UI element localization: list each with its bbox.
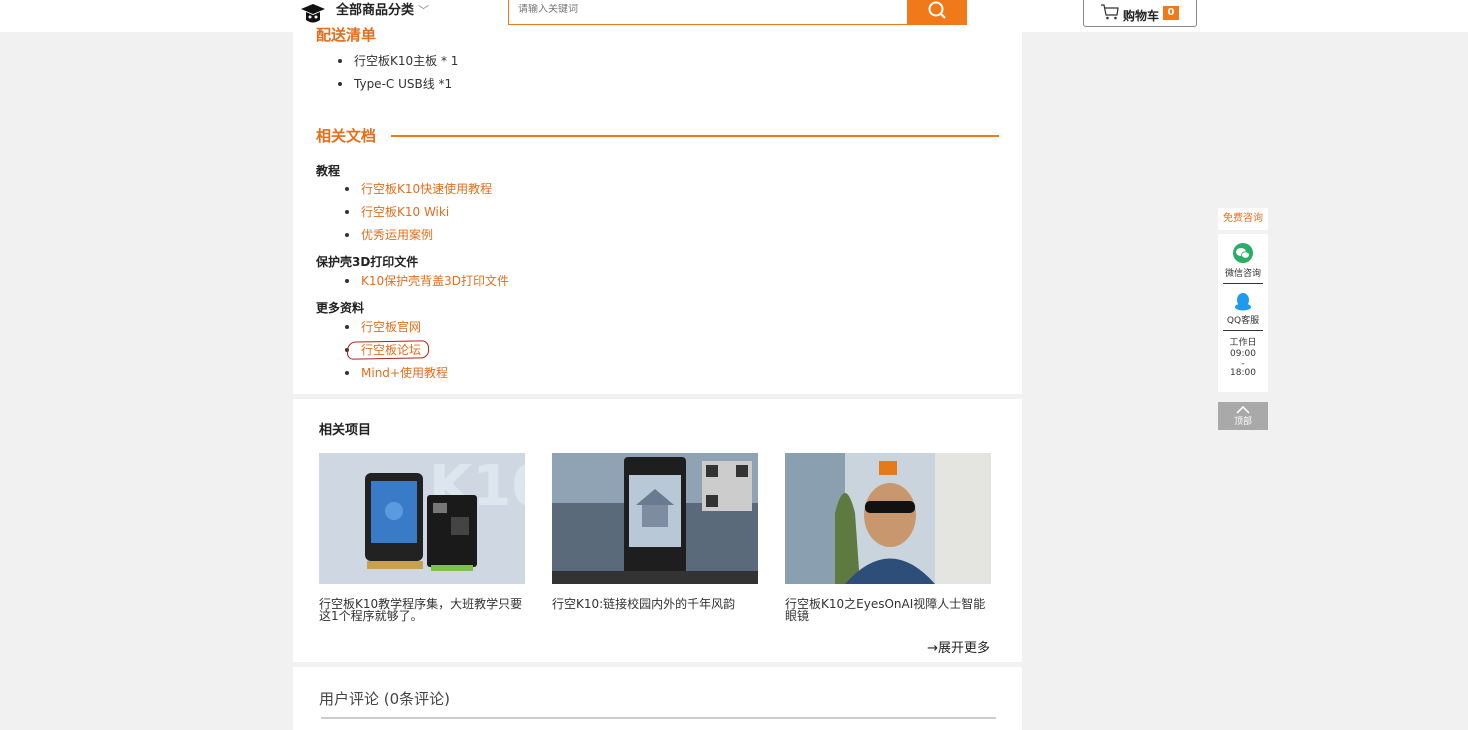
chevron-down-icon: ﹀ — [418, 4, 430, 17]
doc-link[interactable]: 优秀运用案例 — [345, 227, 492, 250]
work-hours-end: 18:00 — [1230, 368, 1256, 378]
more-subheading: 更多资料 — [316, 301, 365, 315]
search-input[interactable] — [518, 4, 898, 15]
doc-link[interactable]: Mind+使用教程 — [345, 365, 448, 388]
cart-icon — [1101, 4, 1119, 20]
packing-list: 行空板K10主板 * 1 Type-C USB线 *1 — [338, 53, 458, 99]
tutorial-links: 行空板K10快速使用教程 行空板K10 Wiki 优秀运用案例 — [345, 181, 492, 250]
show-more-link[interactable]: →展开更多 — [927, 637, 990, 656]
annotation-circle — [346, 340, 430, 360]
caption-line: 行空板K10之EyesOnAI视障人士智能 — [785, 597, 986, 611]
top-header: 全部商品分类﹀ 购物车 0 — [0, 0, 1468, 32]
chevron-up-icon — [1236, 406, 1250, 414]
related-projects-panel: 相关项目 K10 行空板K10教学程序集，大班教学只要 这1个程序就够了。 — [293, 399, 1022, 662]
tutorial-subheading: 教程 — [316, 164, 341, 178]
qq-icon — [1235, 293, 1251, 311]
project-card[interactable]: 行空板K10之EyesOnAI视障人士智能 眼镜 — [785, 453, 991, 622]
contact-float-bar: 微信咨询 QQ客服 工作日 09:00 - 18:00 — [1218, 234, 1268, 392]
cart-button[interactable]: 购物车 0 — [1083, 0, 1197, 27]
wechat-icon — [1233, 243, 1253, 263]
wechat-label: 微信咨询 — [1224, 269, 1261, 279]
search-box — [508, 0, 967, 25]
doc-link[interactable]: 行空板K10快速使用教程 — [345, 181, 492, 204]
divider — [1223, 283, 1263, 284]
category-menu[interactable]: 全部商品分类 ﹀ — [336, 3, 429, 19]
shell-subheading: 保护壳3D打印文件 — [316, 255, 419, 269]
caption-line: 眼镜 — [785, 609, 810, 623]
product-detail-panel: 配送清单 行空板K10主板 * 1 Type-C USB线 *1 相关文档 教程… — [293, 26, 1022, 394]
docs-heading: 相关文档 — [316, 127, 377, 145]
project-card[interactable]: K10 行空板K10教学程序集，大班教学只要 这1个程序就够了。 — [319, 453, 525, 622]
search-icon — [928, 1, 946, 19]
project-thumbnail[interactable] — [552, 453, 758, 584]
project-caption[interactable]: 行空板K10之EyesOnAI视障人士智能 眼镜 — [785, 598, 991, 622]
list-item: Type-C USB线 *1 — [338, 76, 458, 99]
shell-links: K10保护壳背盖3D打印文件 — [345, 273, 509, 296]
search-button[interactable] — [907, 0, 967, 25]
divider — [1223, 330, 1263, 331]
cart-count-badge: 0 — [1163, 6, 1179, 20]
doc-link[interactable]: 行空板官网 — [345, 319, 448, 342]
caption-line: 行空K10:链接校园内外的千年风韵 — [552, 597, 736, 611]
free-consult-button[interactable]: 免费咨询 — [1218, 208, 1268, 230]
project-caption[interactable]: 行空板K10教学程序集，大班教学只要 这1个程序就够了。 — [319, 598, 525, 622]
project-thumbnail[interactable] — [785, 453, 991, 584]
qq-service-button[interactable]: QQ客服 — [1223, 292, 1263, 326]
back-to-top-label: 顶部 — [1233, 417, 1252, 427]
project-thumbnail[interactable]: K10 — [319, 453, 525, 584]
cart-label: 购物车 — [1123, 9, 1160, 23]
comments-heading: 用户评论 (0条评论) — [319, 690, 451, 708]
comments-panel: 用户评论 (0条评论) — [293, 667, 1022, 730]
project-card[interactable]: 行空K10:链接校园内外的千年风韵 — [552, 453, 758, 610]
divider — [391, 135, 999, 137]
divider — [321, 717, 996, 719]
wechat-consult-button[interactable]: 微信咨询 — [1223, 242, 1263, 279]
qq-label: QQ客服 — [1226, 316, 1260, 326]
work-hours-label: 工作日 — [1229, 338, 1257, 348]
work-hours: 工作日 09:00 - 18:00 — [1223, 338, 1263, 379]
project-caption[interactable]: 行空K10:链接校园内外的千年风韵 — [552, 598, 758, 610]
back-to-top-button[interactable]: 顶部 — [1218, 402, 1268, 430]
related-projects-title: 相关项目 — [319, 423, 372, 438]
packing-heading: 配送清单 — [316, 26, 377, 44]
doc-link[interactable]: 行空板K10 Wiki — [345, 204, 492, 227]
doc-link[interactable]: K10保护壳背盖3D打印文件 — [345, 273, 509, 296]
caption-line: 这1个程序就够了。 — [319, 609, 423, 623]
list-item: 行空板K10主板 * 1 — [338, 53, 458, 76]
work-hours-separator: - — [1241, 359, 1245, 369]
category-label: 全部商品分类 — [336, 3, 415, 18]
